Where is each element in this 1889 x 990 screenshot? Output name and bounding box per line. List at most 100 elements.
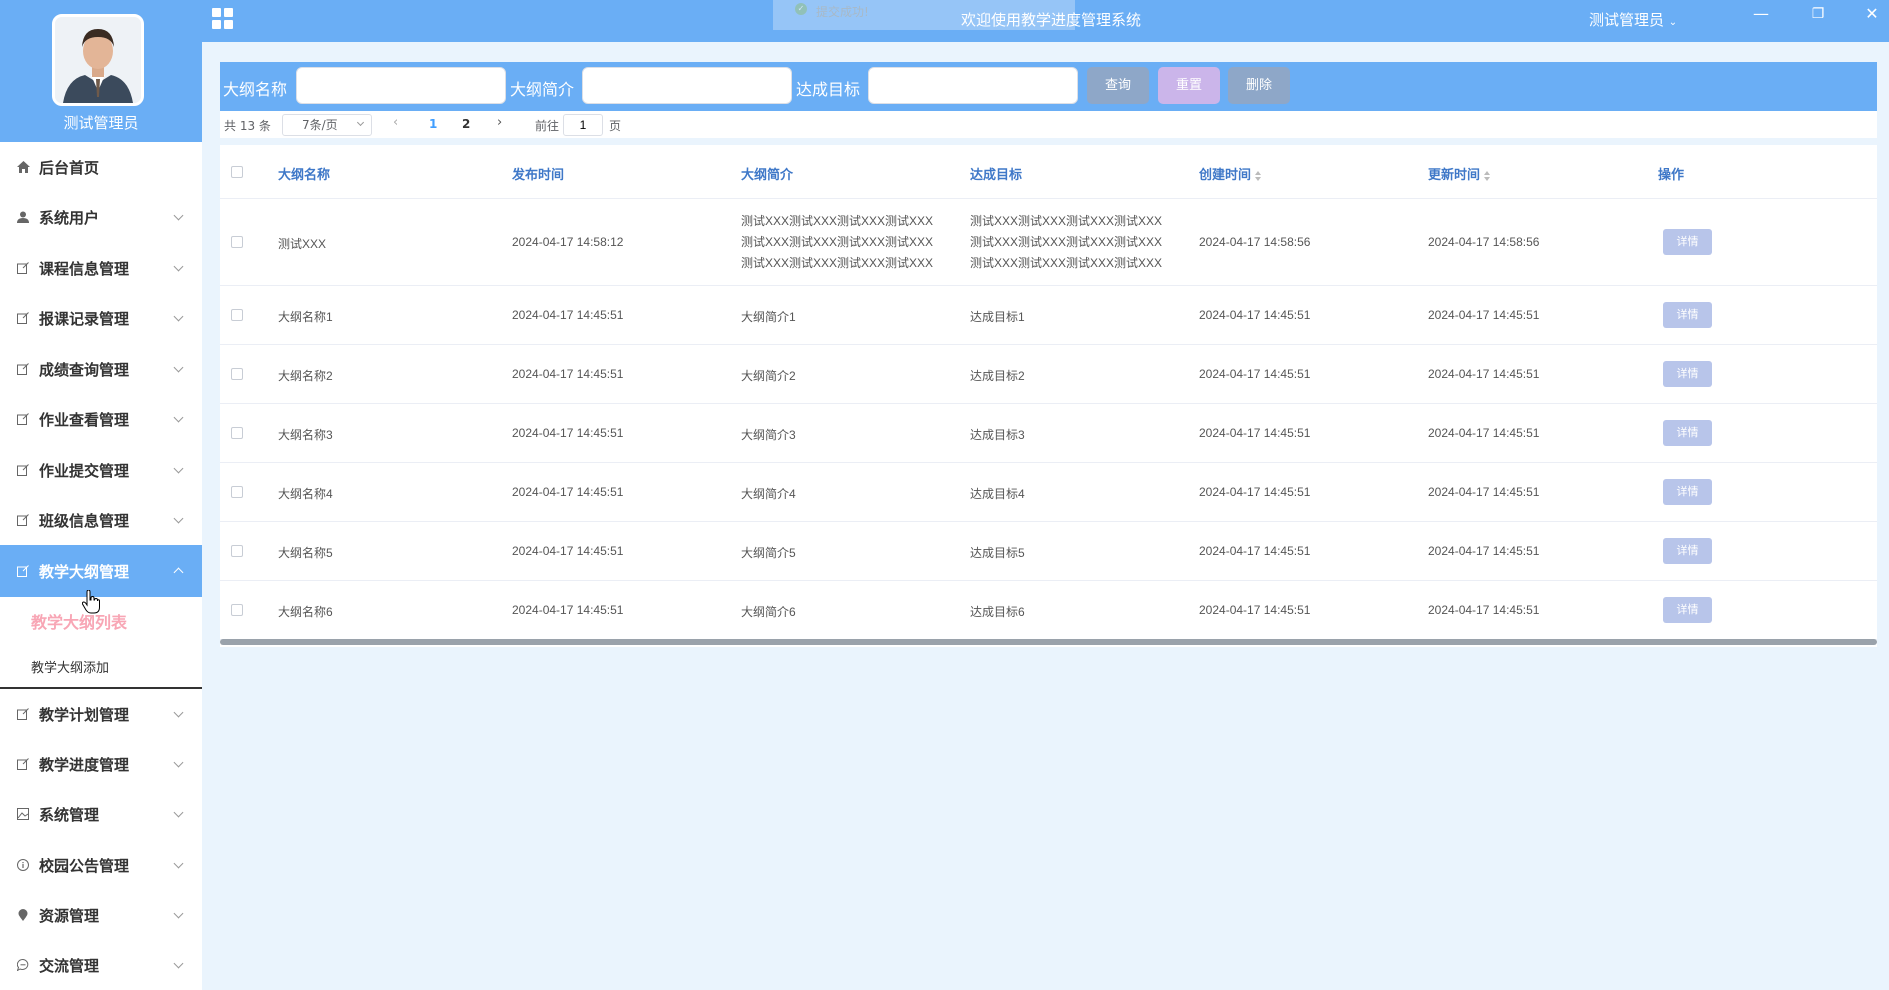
chevron-down-icon — [173, 210, 184, 221]
detail-button[interactable]: 详情 — [1663, 479, 1712, 505]
minimize-button[interactable]: — — [1751, 4, 1771, 23]
column-header-updated[interactable]: 更新时间 — [1428, 164, 1491, 183]
page-number[interactable]: 1 — [429, 117, 437, 131]
check-circle-icon: ✓ — [795, 3, 807, 15]
apps-grid-icon[interactable] — [212, 8, 233, 29]
chevron-down-icon — [173, 707, 184, 718]
cell-intro-line: 测试XXX测试XXX测试XXX测试XXX — [741, 235, 934, 249]
detail-button[interactable]: 详情 — [1663, 597, 1712, 623]
column-header-created-label: 创建时间 — [1199, 167, 1252, 182]
query-button[interactable]: 查询 — [1087, 67, 1149, 104]
detail-button[interactable]: 详情 — [1663, 302, 1712, 328]
sidebar-item-system-users[interactable]: 系统用户 — [0, 192, 202, 242]
sidebar-item-teaching-plan[interactable]: 教学计划管理 — [0, 689, 202, 739]
pin-icon — [16, 908, 30, 922]
sidebar-item-class-info[interactable]: 班级信息管理 — [0, 495, 202, 545]
detail-button[interactable]: 详情 — [1663, 361, 1712, 387]
user-menu[interactable]: 测试管理员 ⌄ — [1589, 9, 1677, 30]
cell-name: 大纲名称6 — [278, 605, 333, 619]
cell-goal: 达成目标4 — [970, 487, 1025, 501]
row-checkbox[interactable] — [231, 427, 243, 439]
goal-input[interactable] — [868, 67, 1078, 104]
next-page-button[interactable]: › — [497, 115, 502, 130]
cell-updated: 2024-04-17 14:45:51 — [1428, 485, 1540, 499]
close-button[interactable]: ✕ — [1862, 4, 1882, 23]
sort-icon[interactable] — [1255, 170, 1262, 181]
row-checkbox[interactable] — [231, 486, 243, 498]
column-header-created[interactable]: 创建时间 — [1199, 164, 1262, 183]
chevron-down-icon — [173, 757, 184, 768]
row-checkbox[interactable] — [231, 236, 243, 248]
sidebar-item-homework-view[interactable]: 作业查看管理 — [0, 394, 202, 444]
reset-button[interactable]: 重置 — [1158, 67, 1220, 104]
detail-button[interactable]: 详情 — [1663, 229, 1712, 255]
sidebar-item-label: 教学进度管理 — [39, 755, 130, 774]
sidebar-item-enrollment-records[interactable]: 报课记录管理 — [0, 293, 202, 343]
row-checkbox[interactable] — [231, 309, 243, 321]
goal-label: 达成目标 — [796, 80, 861, 99]
cell-created: 2024-04-17 14:45:51 — [1199, 367, 1311, 381]
sidebar-item-label: 成绩查询管理 — [39, 360, 130, 379]
select-all-checkbox[interactable] — [231, 166, 243, 178]
goto-unit: 页 — [609, 119, 622, 133]
edit-icon — [16, 362, 30, 376]
cell-goal-line: 测试XXX测试XXX测试XXX测试XXX — [970, 235, 1163, 249]
column-header-actions: 操作 — [1658, 167, 1685, 182]
sidebar-item-communication[interactable]: 交流管理 — [0, 940, 202, 990]
sidebar-item-homework-submit[interactable]: 作业提交管理 — [0, 445, 202, 495]
page-size-select[interactable]: 7条/页 — [282, 114, 372, 136]
chevron-down-icon: ⌄ — [1668, 17, 1678, 28]
cell-intro: 大纲简介3 — [741, 428, 796, 442]
syllabus-name-input[interactable] — [296, 67, 506, 104]
sidebar-item-home[interactable]: 后台首页 — [0, 142, 202, 192]
sidebar-subitem-syllabus-list[interactable]: 教学大纲列表 — [0, 597, 202, 645]
avatar[interactable] — [52, 14, 144, 106]
sidebar-item-label: 系统用户 — [39, 208, 100, 227]
info-icon — [16, 858, 30, 872]
sidebar-subitem-syllabus-add[interactable]: 教学大纲添加 — [0, 645, 202, 689]
cell-created: 2024-04-17 14:45:51 — [1199, 485, 1311, 499]
row-checkbox[interactable] — [231, 545, 243, 557]
column-header-intro: 大纲简介 — [741, 167, 794, 182]
cell-goal: 达成目标2 — [970, 369, 1025, 383]
detail-button[interactable]: 详情 — [1663, 420, 1712, 446]
sidebar-item-grade-query[interactable]: 成绩查询管理 — [0, 344, 202, 394]
sidebar-item-syllabus[interactable]: 教学大纲管理 — [0, 545, 202, 597]
cell-created: 2024-04-17 14:45:51 — [1199, 603, 1311, 617]
page-number[interactable]: 2 — [462, 117, 470, 131]
sidebar-item-label: 后台首页 — [39, 158, 100, 177]
table-header-row: 大纲名称 发布时间 大纲简介 达成目标 创建时间 更新时间 操作 — [220, 145, 1877, 199]
cell-updated: 2024-04-17 14:45:51 — [1428, 367, 1540, 381]
sidebar-item-announcements[interactable]: 校园公告管理 — [0, 840, 202, 890]
search-bar: 大纲名称 大纲简介 达成目标 查询 重置 删除 — [220, 62, 1877, 111]
detail-button[interactable]: 详情 — [1663, 538, 1712, 564]
chevron-down-icon — [356, 118, 365, 127]
goto-page-input[interactable] — [563, 114, 603, 136]
avatar-portrait — [55, 17, 141, 103]
cell-goal: 达成目标6 — [970, 605, 1025, 619]
delete-button[interactable]: 删除 — [1228, 67, 1290, 104]
chevron-down-icon — [173, 908, 184, 919]
sidebar-item-label: 系统管理 — [39, 805, 100, 824]
prev-page-button[interactable]: ‹ — [393, 115, 398, 130]
chevron-down-icon — [173, 412, 184, 423]
chevron-down-icon — [173, 858, 184, 869]
row-checkbox[interactable] — [231, 368, 243, 380]
chevron-down-icon — [173, 261, 184, 272]
sidebar-item-teaching-progress[interactable]: 教学进度管理 — [0, 739, 202, 789]
edit-icon — [16, 707, 30, 721]
syllabus-intro-label: 大纲简介 — [510, 80, 575, 99]
syllabus-name-label: 大纲名称 — [223, 80, 288, 99]
sort-icon[interactable] — [1484, 170, 1491, 181]
cell-name: 测试XXX — [278, 237, 327, 251]
sidebar-item-system-management[interactable]: 系统管理 — [0, 789, 202, 839]
table-horizontal-scrollbar[interactable] — [220, 639, 1877, 645]
sidebar-item-course-info[interactable]: 课程信息管理 — [0, 243, 202, 293]
row-checkbox[interactable] — [231, 604, 243, 616]
syllabus-intro-input[interactable] — [582, 67, 792, 104]
sidebar-item-resources[interactable]: 资源管理 — [0, 890, 202, 940]
cell-publish-time: 2024-04-17 14:45:51 — [512, 485, 624, 499]
edit-icon — [16, 463, 30, 477]
cell-intro: 测试XXX测试XXX测试XXX测试XXX 测试XXX测试XXX测试XXX测试XX… — [741, 211, 961, 274]
restore-button[interactable]: ❐ — [1808, 6, 1828, 22]
